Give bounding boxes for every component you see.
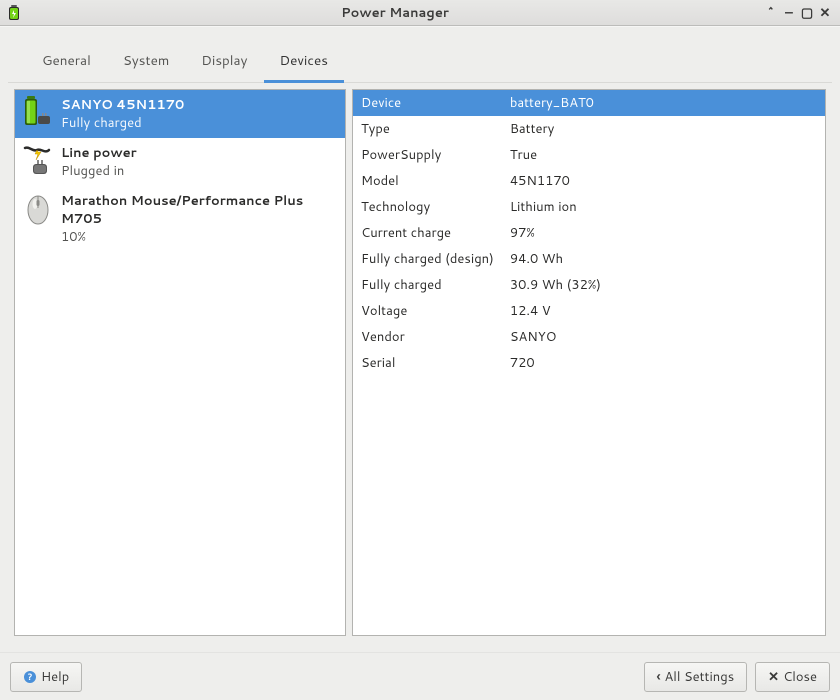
svg-text:?: ?: [28, 670, 33, 683]
help-icon: ?: [23, 670, 37, 684]
detail-key: PowerSupply: [353, 142, 502, 168]
chevron-left-icon: ‹: [657, 668, 661, 686]
detail-key: Current charge: [353, 220, 502, 246]
content-area: General System Display Devices SANYO 45N…: [0, 27, 840, 652]
device-row-texts: Line power Plugged in: [61, 144, 337, 180]
window-title: Power Manager: [28, 4, 762, 22]
detail-value: True: [502, 142, 825, 168]
detail-value: 30.9 Wh (32%): [502, 272, 825, 298]
device-title: SANYO 45N1170: [61, 96, 337, 114]
ac-plug-icon: [23, 144, 53, 178]
all-settings-label: All Settings: [665, 668, 735, 686]
window-minimize-button[interactable]: –: [780, 4, 798, 22]
device-title: Line power: [61, 144, 337, 162]
device-detail: Device battery_BAT0 TypeBatteryPowerSupp…: [352, 89, 826, 636]
detail-key: Serial: [353, 350, 502, 376]
device-row-battery[interactable]: SANYO 45N1170 Fully charged: [15, 90, 345, 138]
titlebar: Power Manager ^ – ▢ ✕: [0, 0, 840, 26]
detail-header-value: battery_BAT0: [502, 90, 825, 116]
detail-key: Fully charged (design): [353, 246, 502, 272]
detail-key: Vendor: [353, 324, 502, 350]
device-row-linepower[interactable]: Line power Plugged in: [15, 138, 345, 186]
detail-row[interactable]: PowerSupplyTrue: [353, 142, 825, 168]
device-subtitle: 10%: [61, 228, 337, 246]
detail-row[interactable]: TypeBattery: [353, 116, 825, 142]
detail-row[interactable]: Fully charged (design)94.0 Wh: [353, 246, 825, 272]
detail-row[interactable]: Model45N1170: [353, 168, 825, 194]
detail-row[interactable]: Serial720: [353, 350, 825, 376]
help-button[interactable]: ? Help: [10, 662, 82, 692]
detail-row[interactable]: VendorSANYO: [353, 324, 825, 350]
tabs: General System Display Devices: [8, 35, 832, 83]
tab-general[interactable]: General: [26, 43, 107, 83]
device-row-texts: SANYO 45N1170 Fully charged: [61, 96, 337, 132]
detail-value: 12.4 V: [502, 298, 825, 324]
close-label: Close: [783, 668, 817, 686]
detail-row[interactable]: Voltage12.4 V: [353, 298, 825, 324]
detail-value: Battery: [502, 116, 825, 142]
detail-value: 45N1170: [502, 168, 825, 194]
panes: SANYO 45N1170 Fully charged Line power P…: [8, 83, 832, 642]
device-list: SANYO 45N1170 Fully charged Line power P…: [14, 89, 346, 636]
detail-value: 97%: [502, 220, 825, 246]
footer-bar: ? Help ‹ All Settings ✕ Close: [0, 652, 840, 700]
detail-header-row[interactable]: Device battery_BAT0: [353, 90, 825, 116]
detail-key: Technology: [353, 194, 502, 220]
detail-table: Device battery_BAT0 TypeBatteryPowerSupp…: [353, 90, 825, 376]
detail-row[interactable]: Fully charged30.9 Wh (32%): [353, 272, 825, 298]
tab-display[interactable]: Display: [185, 43, 263, 83]
tab-system[interactable]: System: [107, 43, 185, 83]
detail-value: 94.0 Wh: [502, 246, 825, 272]
window-maximize-button[interactable]: ▢: [798, 4, 816, 22]
close-button[interactable]: ✕ Close: [755, 662, 830, 692]
all-settings-button[interactable]: ‹ All Settings: [644, 662, 748, 692]
help-label: Help: [41, 668, 69, 686]
window-rollup-button[interactable]: ^: [762, 4, 780, 22]
device-subtitle: Fully charged: [61, 114, 337, 132]
detail-key: Type: [353, 116, 502, 142]
detail-key: Model: [353, 168, 502, 194]
device-title: Marathon Mouse/Performance Plus M705: [61, 192, 337, 228]
device-subtitle: Plugged in: [61, 162, 337, 180]
detail-key: Fully charged: [353, 272, 502, 298]
detail-row[interactable]: TechnologyLithium ion: [353, 194, 825, 220]
detail-value: SANYO: [502, 324, 825, 350]
mouse-icon: [23, 192, 53, 226]
detail-value: 720: [502, 350, 825, 376]
battery-icon: [23, 96, 53, 130]
window-close-button[interactable]: ✕: [816, 4, 834, 22]
detail-header-key: Device: [353, 90, 502, 116]
tab-devices[interactable]: Devices: [264, 43, 344, 83]
detail-row[interactable]: Current charge97%: [353, 220, 825, 246]
window-body: General System Display Devices SANYO 45N…: [0, 26, 840, 700]
device-row-mouse[interactable]: Marathon Mouse/Performance Plus M705 10%: [15, 186, 345, 252]
device-row-texts: Marathon Mouse/Performance Plus M705 10%: [61, 192, 337, 246]
close-icon: ✕: [768, 668, 779, 686]
app-battery-icon: [6, 5, 22, 21]
detail-key: Voltage: [353, 298, 502, 324]
detail-value: Lithium ion: [502, 194, 825, 220]
